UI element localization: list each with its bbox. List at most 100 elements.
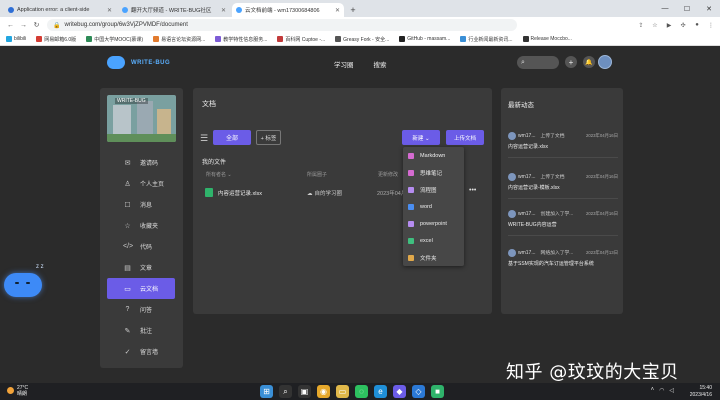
taskbar-search-icon[interactable]: ⌕: [279, 385, 292, 398]
nav-search[interactable]: 搜索: [374, 59, 387, 69]
forward-icon[interactable]: →: [17, 22, 30, 29]
sidebar-item-articles[interactable]: ▤ 文章: [107, 257, 175, 278]
my-files-heading: 我的文件: [202, 160, 227, 166]
chrome-icon[interactable]: ◉: [317, 385, 330, 398]
bookmark-item[interactable]: 易语言论坛资源网...: [153, 36, 205, 43]
nav-study-circle[interactable]: 学习圈: [334, 59, 354, 69]
app-icon[interactable]: ◆: [393, 385, 406, 398]
share-icon[interactable]: ⇪: [636, 20, 646, 30]
add-button[interactable]: +: [565, 56, 577, 68]
filter-all-button[interactable]: 全部: [213, 130, 251, 145]
edge-icon[interactable]: e: [374, 385, 387, 398]
activity-item[interactable]: wm17... 上传了文档 2023年04月16日 内容运营记录-模板.xlsx: [508, 172, 618, 199]
minimize-icon[interactable]: —: [654, 0, 676, 17]
back-icon[interactable]: ←: [4, 22, 17, 29]
sidebar-item-annotations[interactable]: ✎ 批注: [107, 320, 175, 341]
star-icon[interactable]: ☆: [650, 20, 660, 30]
dropdown-item-word[interactable]: word: [403, 198, 464, 215]
sidebar-item-messages[interactable]: ☐ 消息: [107, 194, 175, 215]
close-window-icon[interactable]: ✕: [698, 0, 720, 17]
dropdown-item-markdown[interactable]: Markdown: [403, 147, 464, 164]
sidebar-item-message-wall[interactable]: ✓ 留言墙: [107, 341, 175, 362]
pycharm-icon[interactable]: ■: [431, 385, 444, 398]
dropdown-item-powerpoint[interactable]: powerpoint: [403, 215, 464, 232]
documents-toolbar: ☰ 全部 + 标签 新建 ⌄ 上传文档: [200, 130, 486, 146]
volume-icon[interactable]: ◁: [669, 387, 674, 394]
tab-close-icon[interactable]: ✕: [335, 7, 340, 14]
activity-item[interactable]: wm17... 创建加入了学... 2023年04月16日 WRITE-BUG内容运…: [508, 209, 618, 236]
sidebar-item-homepage[interactable]: ♙ 个人主页: [107, 173, 175, 194]
site-logo[interactable]: WRITE-BUG: [107, 56, 170, 69]
profile-icon[interactable]: ●: [692, 20, 702, 30]
weather-widget[interactable]: 27°C 晴朗: [7, 385, 28, 397]
bookmark-item[interactable]: 行业新闻最新资讯...: [460, 36, 513, 43]
dropdown-item-folder[interactable]: 文件夹: [403, 249, 464, 266]
bookmark-icon: [215, 36, 222, 42]
bookmark-item[interactable]: bilibili: [6, 36, 26, 42]
bookmark-item[interactable]: 网易邮箱6.0版: [36, 36, 76, 43]
browser-tab-active[interactable]: 云文档前端 - wm17300684806 ✕: [232, 3, 344, 17]
more-actions-icon[interactable]: •••: [469, 187, 476, 194]
bookmark-icon: [86, 36, 93, 42]
column-header-circle: 所属圈子: [307, 172, 328, 178]
dropdown-item-excel[interactable]: excel: [403, 232, 464, 249]
add-tag-button[interactable]: + 标签: [256, 130, 281, 145]
puzzle-icon[interactable]: ✣: [678, 20, 688, 30]
file-explorer-icon[interactable]: ▭: [336, 385, 349, 398]
windows-start-icon[interactable]: ⊞: [260, 385, 273, 398]
dropdown-item-mindnote[interactable]: 思维笔记: [403, 164, 464, 181]
bookmark-item[interactable]: Release Moccbo...: [522, 36, 572, 42]
activity-item[interactable]: wm17... 网络加入了学... 2023年04月13日 基于SSM实现的汽车订运…: [508, 248, 618, 267]
column-header-name[interactable]: 所有者名 ⌄: [206, 171, 232, 178]
notification-button[interactable]: 🔔: [583, 56, 595, 68]
url-field[interactable]: 🔒 writebug.com/group/6w3VjZPVMDF/documen…: [47, 19, 517, 31]
column-header-updated: 更新修改: [378, 172, 399, 178]
left-sidebar: WRITE-BUG ✉ 邀请码 ♙ 个人主页 ☐ 消息 ☆ 收藏夹 </> 代码 ▤ 文章 …: [100, 88, 183, 368]
bookmark-item[interactable]: 百科网 Cuptoe -...: [277, 36, 325, 43]
activity-doc-link[interactable]: WRITE-BUG内容运营: [508, 221, 618, 228]
reload-icon[interactable]: ↻: [30, 21, 43, 29]
file-name[interactable]: 内容运营记录.xlsx: [218, 189, 262, 197]
browser-tab[interactable]: Application error: a client-side ✕: [4, 3, 116, 17]
bookmark-item[interactable]: 中国大学MOOC(慕课): [86, 36, 143, 43]
activity-item[interactable]: wm17... 上传了文档 2023年04月16日 内容运营记录.xlsx: [508, 131, 618, 158]
bookmark-item[interactable]: 教学特性信息服务...: [215, 36, 267, 43]
activity-doc-link[interactable]: 内容运营记录.xlsx: [508, 143, 618, 150]
logo-text: WRITE-BUG: [131, 59, 171, 66]
top-nav: 学习圈 搜索: [334, 59, 387, 69]
bookmark-item[interactable]: Greasy Fork - 安全...: [335, 36, 389, 43]
activity-doc-link[interactable]: 基于SSM实现的汽车订运管理平台系统: [508, 260, 618, 267]
wifi-icon[interactable]: ◠: [659, 387, 664, 394]
wechat-icon[interactable]: ◌: [355, 385, 368, 398]
menu-icon[interactable]: ⋮: [706, 20, 716, 30]
word-icon: [408, 203, 414, 210]
new-document-button[interactable]: 新建 ⌄: [402, 130, 440, 145]
tab-close-icon[interactable]: ✕: [107, 7, 112, 14]
sidebar-item-qa[interactable]: ? 问答: [107, 299, 175, 320]
floating-mascot-icon[interactable]: [4, 273, 42, 297]
upload-document-button[interactable]: 上传文档: [446, 130, 484, 145]
sidebar-item-invite-code[interactable]: ✉ 邀请码: [107, 152, 175, 173]
task-view-icon[interactable]: ▣: [298, 385, 311, 398]
search-button[interactable]: ⌕: [517, 56, 559, 69]
avatar: [508, 172, 516, 181]
sidebar-item-cloud-docs[interactable]: ▭ 云文档: [107, 278, 175, 299]
taskbar-clock[interactable]: 15:40 2023/4/16: [690, 385, 712, 399]
sidebar-item-code[interactable]: </> 代码: [107, 236, 175, 257]
vscode-icon[interactable]: ◇: [412, 385, 425, 398]
dropdown-item-flowchart[interactable]: 流程图: [403, 181, 464, 198]
browser-tab[interactable]: 翻开大厅频道 - WRITE-BUG社区 ✕: [118, 3, 230, 17]
extension-icon[interactable]: ▶: [664, 20, 674, 30]
tab-close-icon[interactable]: ✕: [221, 7, 226, 14]
activity-doc-link[interactable]: 内容运营记录-模板.xlsx: [508, 184, 618, 191]
list-view-icon[interactable]: ☰: [200, 133, 208, 144]
chevron-up-icon[interactable]: ˄: [651, 387, 655, 394]
browser-tab-strip: Application error: a client-side ✕ 翻开大厅频…: [0, 0, 720, 17]
user-avatar[interactable]: [598, 55, 612, 69]
code-icon: </>: [123, 243, 134, 250]
sidebar-item-favorites[interactable]: ☆ 收藏夹: [107, 215, 175, 236]
message-icon: ☐: [124, 201, 131, 209]
maximize-icon[interactable]: ☐: [676, 0, 698, 17]
bookmark-item[interactable]: GitHub - massam...: [399, 36, 450, 42]
new-tab-button[interactable]: +: [346, 3, 360, 17]
